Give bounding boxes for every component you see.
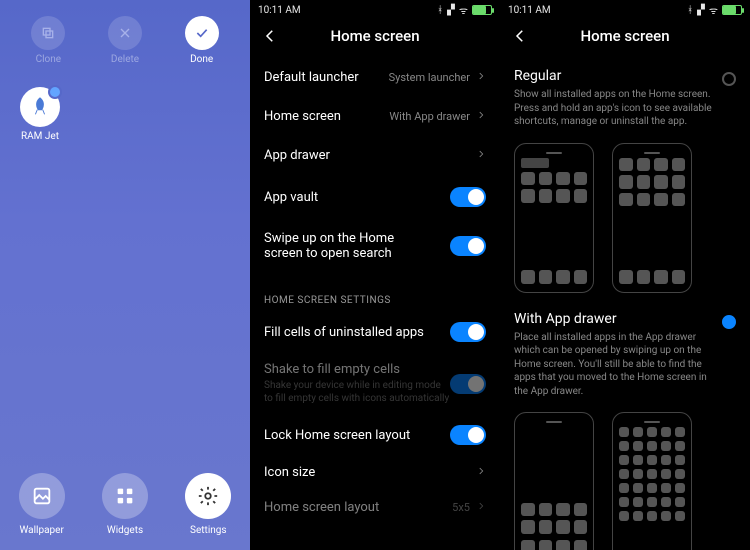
wallpaper-button[interactable]: Wallpaper bbox=[19, 473, 65, 536]
option-app-drawer[interactable]: With App drawer Place all installed apps… bbox=[500, 301, 750, 403]
page-title: Home screen bbox=[530, 27, 720, 45]
wifi-icon: ᯤ bbox=[709, 3, 718, 17]
row-label: App drawer bbox=[264, 148, 476, 163]
page-title: Home screen bbox=[280, 27, 470, 45]
app-icon-ramjet[interactable]: RAM Jet bbox=[20, 87, 60, 142]
chevron-right-icon bbox=[476, 110, 486, 123]
row-swipe-up-search[interactable]: Swipe up on the Home screen to open sear… bbox=[250, 219, 500, 273]
radio-app-drawer[interactable] bbox=[722, 315, 736, 329]
chevron-right-icon bbox=[476, 466, 486, 479]
option-title: Regular bbox=[514, 68, 736, 84]
row-hs-layout[interactable]: Home screen layout 5x5 bbox=[250, 490, 500, 525]
widgets-icon bbox=[114, 485, 136, 507]
chevron-right-icon bbox=[476, 149, 486, 162]
chevron-right-icon bbox=[476, 71, 486, 84]
delete-icon bbox=[117, 25, 133, 41]
home-screen-settings-pane: 10:11 AM ᚼ ▞ ᯤ Home screen Default launc… bbox=[250, 0, 500, 550]
row-label: Shake to fill empty cells bbox=[264, 362, 450, 377]
row-icon-size[interactable]: Icon size bbox=[250, 455, 500, 490]
header: Home screen bbox=[500, 20, 750, 58]
check-icon bbox=[194, 25, 210, 41]
gear-icon bbox=[197, 485, 219, 507]
status-icons: ᚼ ▞ ᯤ bbox=[437, 3, 492, 17]
phone-preview-4 bbox=[612, 412, 692, 550]
delete-button[interactable]: Delete bbox=[108, 16, 142, 65]
row-fill-cells[interactable]: Fill cells of uninstalled apps bbox=[250, 312, 500, 352]
bottom-dock: Wallpaper Widgets Settings bbox=[0, 473, 250, 536]
row-home-screen[interactable]: Home screen With App drawer bbox=[250, 97, 500, 136]
settings-label: Settings bbox=[190, 525, 227, 536]
row-value: 5x5 bbox=[452, 501, 470, 514]
phone-preview-1 bbox=[514, 143, 594, 293]
home-screen-mode-pane: 10:11 AM ᚼ ▞ ᯤ Home screen Regular Show … bbox=[500, 0, 750, 550]
row-label: Lock Home screen layout bbox=[264, 428, 450, 443]
chevron-right-icon bbox=[476, 501, 486, 514]
signal-icon: ▞ bbox=[447, 5, 455, 16]
drawer-preview bbox=[500, 402, 750, 550]
phone-preview-2 bbox=[612, 143, 692, 293]
row-default-launcher[interactable]: Default launcher System launcher bbox=[250, 58, 500, 97]
row-shake-fill: Shake to fill empty cells Shake your dev… bbox=[250, 352, 500, 415]
launcher-edit-pane: Clone Delete Done RAM Jet Wallpaper Widg… bbox=[0, 0, 250, 550]
toggle-shake bbox=[450, 374, 486, 394]
back-button[interactable] bbox=[260, 26, 280, 46]
row-app-drawer[interactable]: App drawer bbox=[250, 136, 500, 175]
status-bar: 10:11 AM ᚼ ▞ ᯤ bbox=[250, 0, 500, 20]
row-label: Default launcher bbox=[264, 70, 389, 85]
signal-icon: ▞ bbox=[697, 5, 705, 16]
toggle-lock-layout[interactable] bbox=[450, 425, 486, 445]
widgets-button[interactable]: Widgets bbox=[102, 473, 148, 536]
status-time: 10:11 AM bbox=[258, 5, 301, 16]
battery-icon bbox=[472, 5, 492, 15]
row-label: Home screen bbox=[264, 109, 389, 124]
row-value: With App drawer bbox=[389, 110, 470, 123]
wallpaper-icon bbox=[31, 485, 53, 507]
wifi-icon: ᯤ bbox=[459, 3, 468, 17]
status-bar: 10:11 AM ᚼ ▞ ᯤ bbox=[500, 0, 750, 20]
row-label: App vault bbox=[264, 190, 450, 205]
row-value: System launcher bbox=[389, 71, 470, 84]
bluetooth-icon: ᚼ bbox=[437, 5, 443, 16]
toggle-swipe-search[interactable] bbox=[450, 236, 486, 256]
option-desc: Show all installed apps on the Home scre… bbox=[514, 88, 736, 129]
option-regular[interactable]: Regular Show all installed apps on the H… bbox=[500, 58, 750, 133]
done-button[interactable]: Done bbox=[185, 16, 219, 65]
battery-icon bbox=[722, 5, 742, 15]
toggle-app-vault[interactable] bbox=[450, 187, 486, 207]
rocket-icon bbox=[20, 87, 60, 127]
chevron-left-icon bbox=[261, 27, 279, 45]
row-label: Icon size bbox=[264, 465, 476, 480]
top-action-row: Clone Delete Done bbox=[0, 0, 250, 69]
clone-button[interactable]: Clone bbox=[31, 16, 65, 65]
status-icons: ᚼ ▞ ᯤ bbox=[687, 3, 742, 17]
chevron-left-icon bbox=[511, 27, 529, 45]
clone-label: Clone bbox=[36, 54, 61, 65]
phone-preview-3 bbox=[514, 412, 594, 550]
app-label: RAM Jet bbox=[21, 131, 59, 142]
row-lock-layout[interactable]: Lock Home screen layout bbox=[250, 415, 500, 455]
toggle-fill-cells[interactable] bbox=[450, 322, 486, 342]
delete-label: Delete bbox=[111, 54, 139, 65]
radio-regular[interactable] bbox=[722, 72, 736, 86]
back-button[interactable] bbox=[510, 26, 530, 46]
section-header: HOME SCREEN SETTINGS bbox=[250, 273, 500, 312]
widgets-label: Widgets bbox=[107, 525, 143, 536]
row-label: Home screen layout bbox=[264, 500, 452, 515]
wallpaper-label: Wallpaper bbox=[19, 525, 63, 536]
header: Home screen bbox=[250, 20, 500, 58]
row-sublabel: Shake your device while in editing mode … bbox=[264, 379, 450, 405]
bluetooth-icon: ᚼ bbox=[687, 5, 693, 16]
settings-button[interactable]: Settings bbox=[185, 473, 231, 536]
row-label: Swipe up on the Home screen to open sear… bbox=[264, 231, 434, 261]
regular-preview bbox=[500, 133, 750, 301]
status-time: 10:11 AM bbox=[508, 5, 551, 16]
option-desc: Place all installed apps in the App draw… bbox=[514, 331, 736, 399]
row-label: Fill cells of uninstalled apps bbox=[264, 325, 450, 340]
clone-icon bbox=[40, 25, 56, 41]
row-app-vault[interactable]: App vault bbox=[250, 175, 500, 219]
option-title: With App drawer bbox=[514, 311, 736, 327]
done-label: Done bbox=[190, 54, 213, 65]
